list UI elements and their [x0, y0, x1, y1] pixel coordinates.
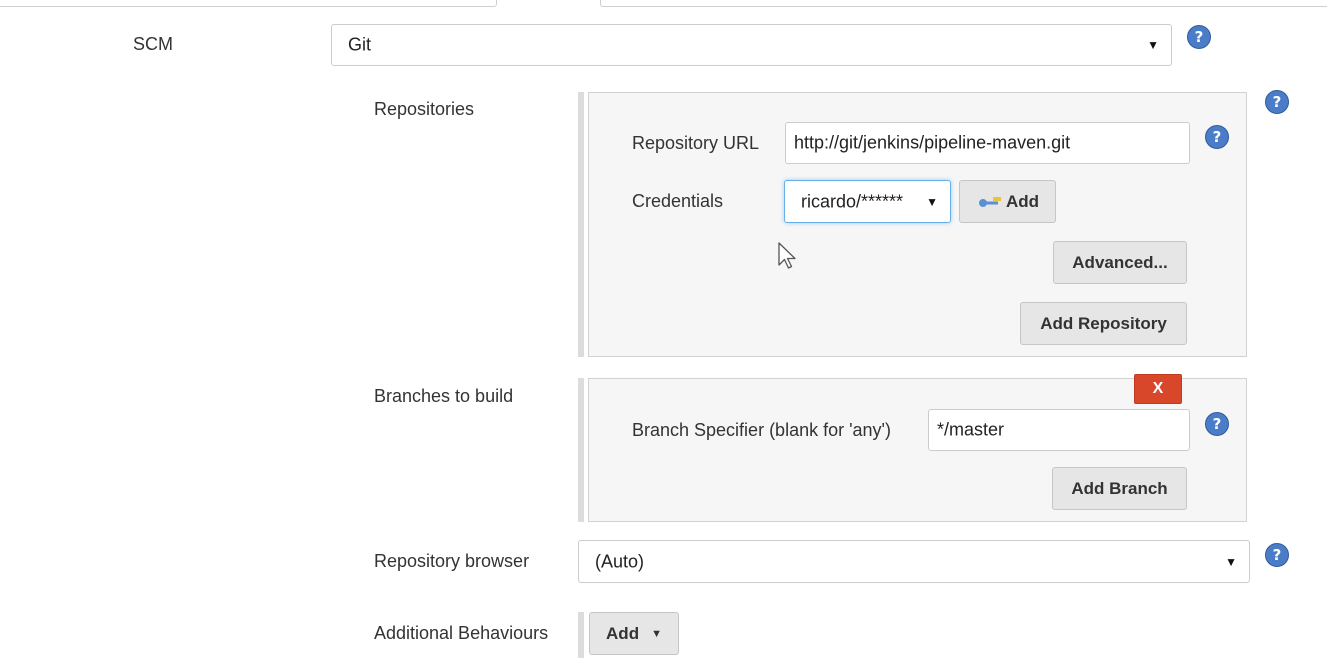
delete-branch-button[interactable]: X	[1134, 374, 1182, 404]
repositories-section-bar	[578, 92, 584, 357]
branches-label: Branches to build	[374, 386, 514, 406]
repository-browser-select[interactable]: (Auto) ▼	[578, 540, 1250, 583]
caret-down-icon: ▼	[926, 194, 938, 209]
advanced-button[interactable]: Advanced...	[1053, 241, 1187, 284]
top-tab-left	[0, 0, 497, 7]
help-icon[interactable]: ?	[1205, 412, 1229, 436]
add-credentials-label: Add	[1006, 191, 1040, 211]
scm-label: SCM	[133, 34, 173, 54]
repository-browser-label: Repository browser	[374, 551, 530, 571]
repositories-label: Repositories	[374, 99, 475, 119]
caret-down-icon: ▼	[651, 627, 662, 640]
help-icon[interactable]: ?	[1265, 90, 1289, 114]
branches-section-bar	[578, 378, 584, 522]
branch-specifier-label: Branch Specifier (blank for 'any')	[632, 420, 891, 440]
add-branch-button[interactable]: Add Branch	[1052, 467, 1187, 510]
repository-url-label: Repository URL	[632, 133, 760, 153]
additional-behaviours-label: Additional Behaviours	[374, 623, 549, 643]
scm-select-value: Git	[348, 34, 372, 55]
mouse-cursor-icon	[778, 242, 796, 269]
branch-specifier-input[interactable]: */master	[928, 409, 1190, 451]
top-tab-right	[600, 0, 1327, 7]
credentials-select-value: ricardo/******	[801, 191, 904, 211]
help-icon[interactable]: ?	[1265, 543, 1289, 567]
credentials-select[interactable]: ricardo/****** ▼	[784, 180, 951, 223]
caret-down-icon: ▼	[1225, 554, 1237, 569]
help-icon[interactable]: ?	[1187, 25, 1211, 49]
additional-behaviours-bar	[578, 612, 584, 658]
credentials-label: Credentials	[632, 191, 724, 211]
repository-url-value: http://git/jenkins/pipeline-maven.git	[794, 132, 1071, 153]
add-credentials-button[interactable]: Add	[959, 180, 1056, 223]
add-behaviour-label: Add	[606, 623, 640, 643]
scm-select[interactable]: Git ▼	[331, 24, 1172, 66]
repository-url-input[interactable]: http://git/jenkins/pipeline-maven.git	[785, 122, 1190, 164]
add-behaviour-button[interactable]: Add ▼	[589, 612, 679, 655]
caret-down-icon: ▼	[1147, 38, 1159, 52]
add-repository-button[interactable]: Add Repository	[1020, 302, 1187, 345]
help-icon[interactable]: ?	[1205, 125, 1229, 149]
key-icon	[979, 196, 1001, 207]
repository-browser-value: (Auto)	[595, 551, 645, 571]
branch-specifier-value: */master	[937, 419, 1005, 440]
